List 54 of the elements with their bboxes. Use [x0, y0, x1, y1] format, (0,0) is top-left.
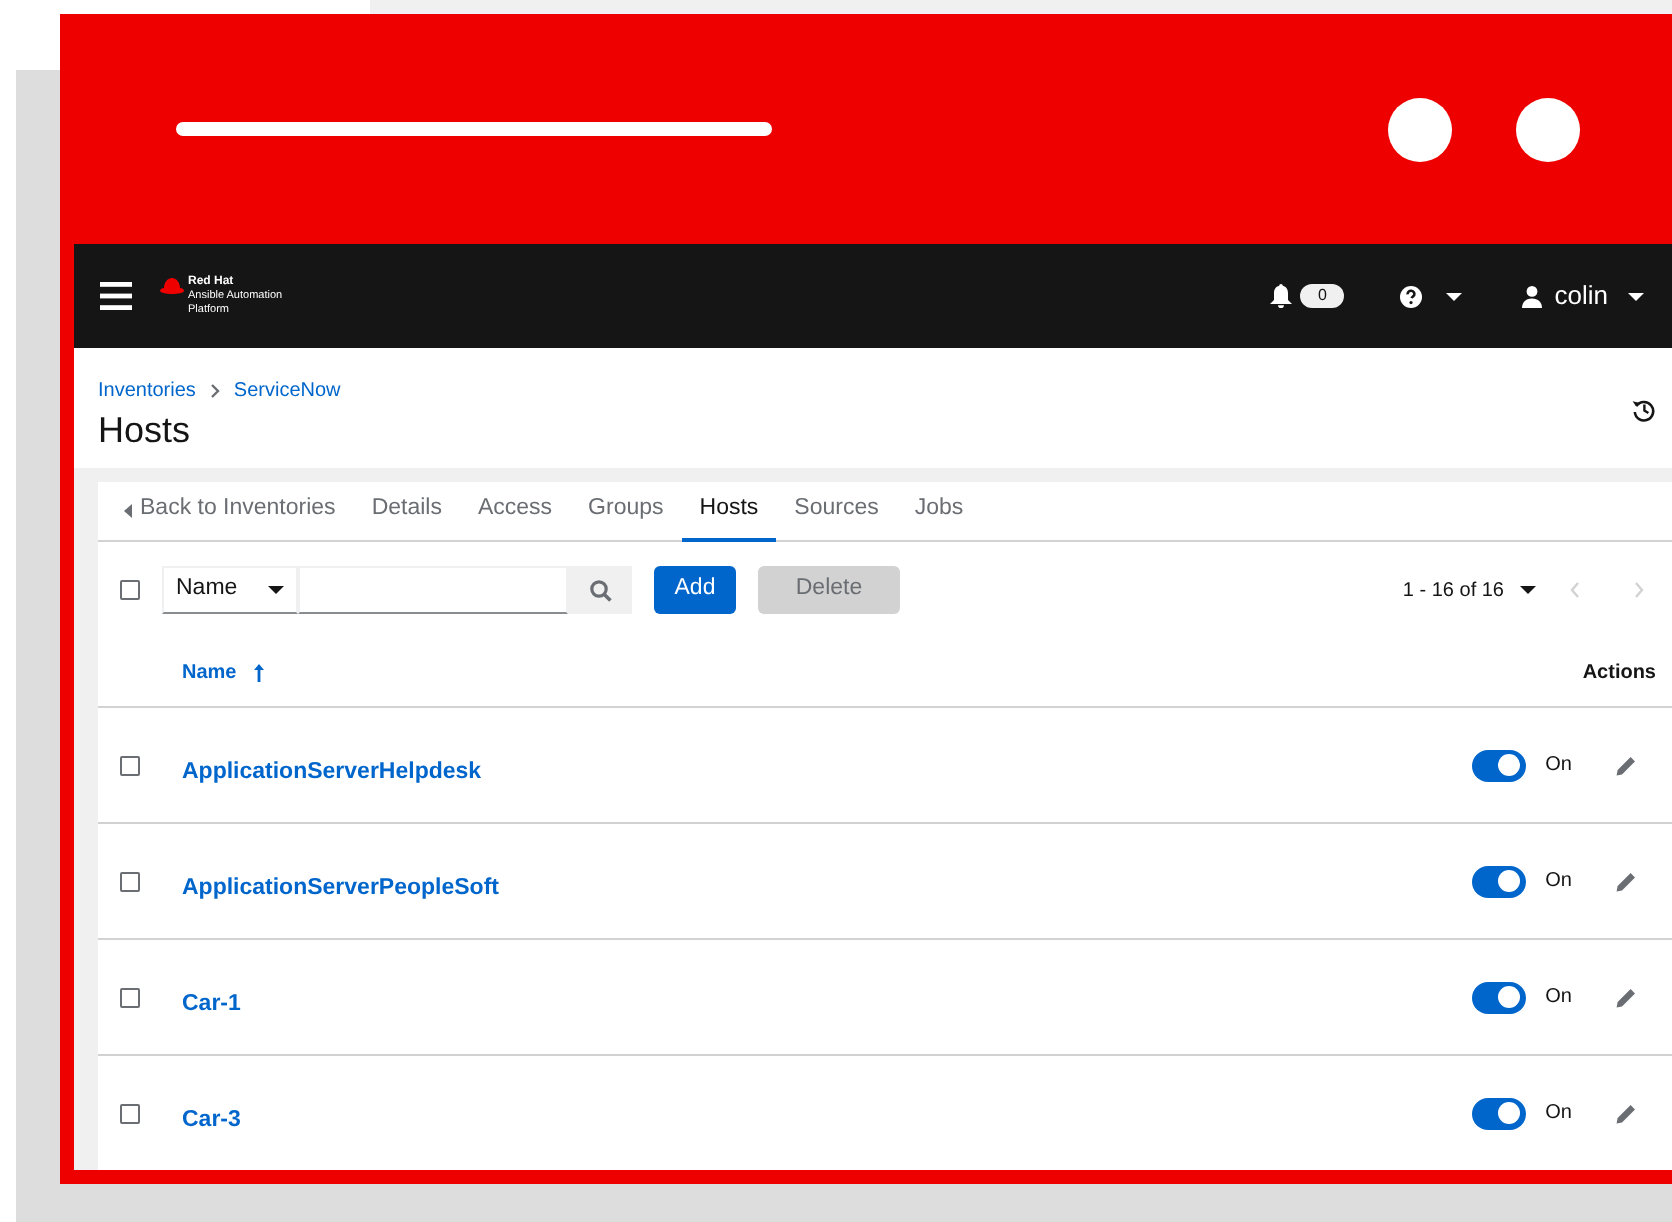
checkbox[interactable] [120, 755, 140, 775]
page-title: Hosts [98, 408, 193, 452]
toggle-label: On [1545, 1100, 1572, 1128]
toggle-switch[interactable] [1471, 981, 1526, 1013]
toggle-label: On [1545, 868, 1572, 896]
column-header[interactable]: Name [182, 657, 265, 687]
tab[interactable]: Hosts [681, 482, 777, 542]
caret-icon[interactable] [1628, 291, 1644, 301]
chevron-right-icon [209, 384, 220, 398]
tab[interactable]: Groups [570, 482, 682, 542]
tab[interactable]: Jobs [896, 482, 982, 542]
checkbox[interactable] [120, 580, 140, 600]
toggle-switch[interactable] [1471, 865, 1526, 897]
toggle-switch[interactable] [1471, 1097, 1526, 1129]
menu-icon[interactable] [100, 282, 132, 310]
search-icon [589, 579, 611, 601]
tab[interactable]: Details [353, 482, 460, 542]
filter-dropdown[interactable]: Name [162, 566, 298, 614]
pencil-icon[interactable] [1616, 755, 1636, 775]
pencil-icon[interactable] [1616, 871, 1636, 891]
column-header: Actions [1582, 659, 1656, 687]
checkbox[interactable] [120, 871, 140, 891]
notification-badge[interactable]: 0 [1300, 284, 1345, 308]
back-link[interactable]: Back to Inventories [106, 482, 354, 542]
search-button[interactable] [568, 566, 632, 614]
user-icon[interactable] [1522, 285, 1543, 307]
caret-icon [268, 586, 284, 594]
help-icon[interactable] [1400, 285, 1423, 307]
tab[interactable]: Access [459, 482, 571, 542]
toggle-switch[interactable] [1471, 749, 1526, 781]
breadcrumb-link[interactable]: Inventories [98, 376, 196, 406]
host-link[interactable]: Car-1 [182, 987, 241, 1023]
host-link[interactable]: ApplicationServerHelpdesk [182, 755, 482, 791]
add-button[interactable]: Add [654, 566, 736, 614]
caret-icon [1520, 586, 1536, 594]
pencil-icon[interactable] [1616, 1103, 1636, 1123]
search-field[interactable] [298, 566, 568, 614]
pencil-icon[interactable] [1616, 987, 1636, 1007]
caret-icon[interactable] [1446, 291, 1463, 301]
toggle-label: On [1545, 752, 1572, 780]
tab[interactable]: Sources [776, 482, 897, 542]
breadcrumb-link[interactable]: ServiceNow [233, 376, 341, 406]
host-link[interactable]: Car-3 [182, 1103, 241, 1139]
user-name[interactable]: colin [1554, 276, 1608, 316]
pagination-dropdown[interactable]: 1 - 16 of 16 [1402, 575, 1536, 605]
caret-left-icon [124, 503, 132, 517]
sort-up-icon [254, 663, 265, 681]
hat-icon [160, 277, 184, 293]
toggle-label: On [1545, 984, 1572, 1012]
host-link[interactable]: ApplicationServerPeopleSoft [182, 871, 499, 907]
bell-icon[interactable] [1270, 284, 1293, 308]
history-icon[interactable] [1632, 398, 1656, 422]
checkbox[interactable] [120, 1103, 140, 1123]
checkbox[interactable] [120, 987, 140, 1007]
